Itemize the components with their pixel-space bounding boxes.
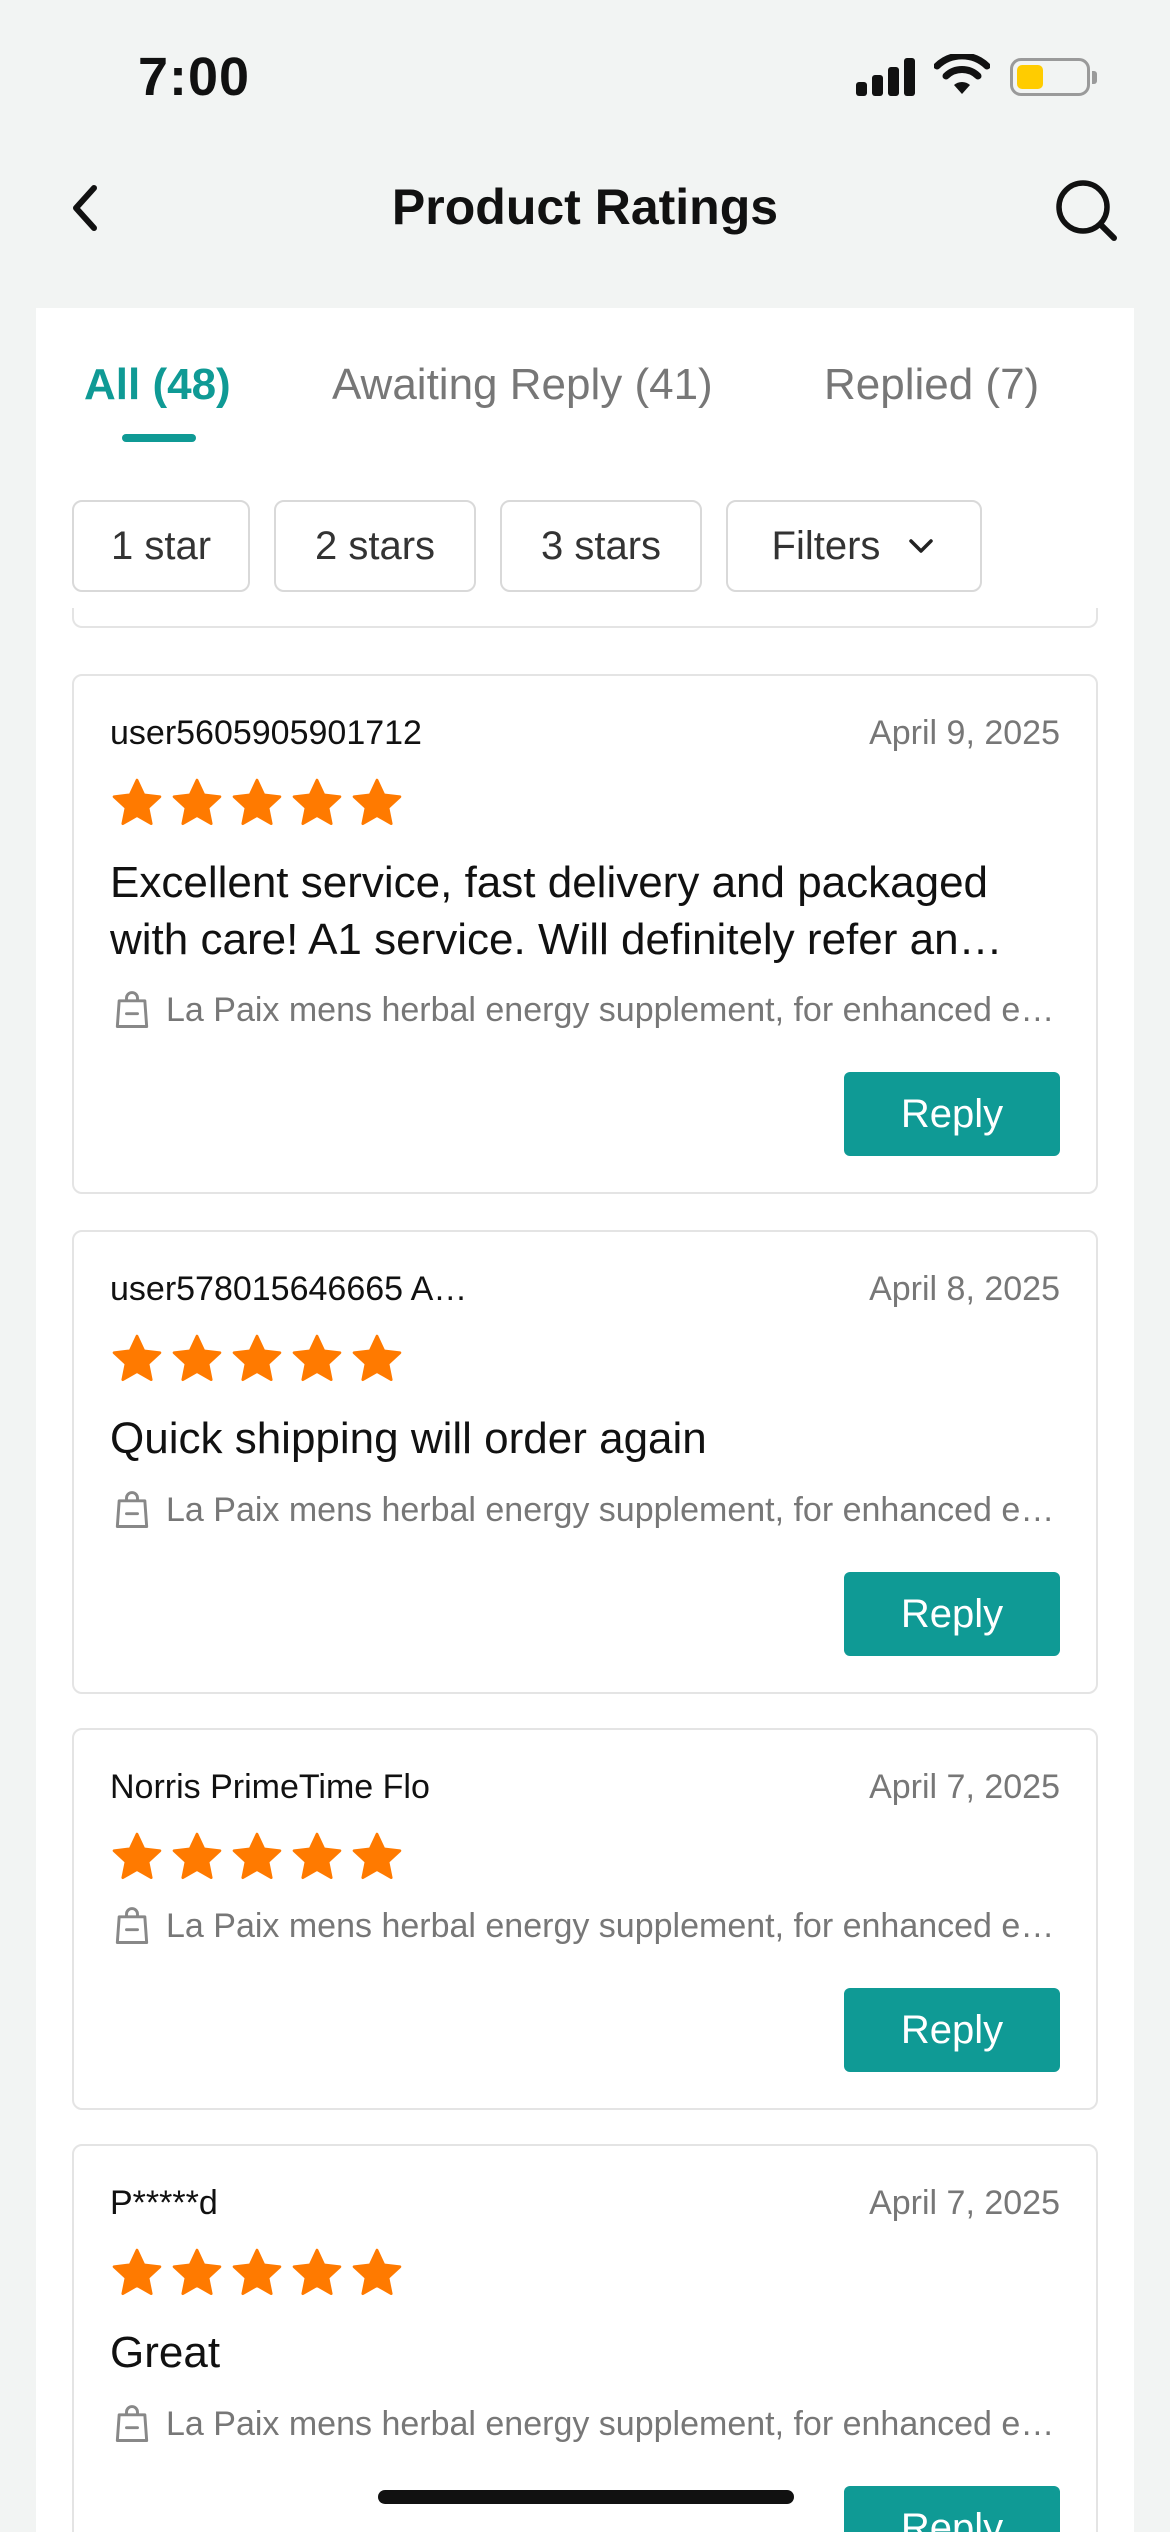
- star-rating: [110, 776, 404, 830]
- star-icon: [230, 1332, 284, 1386]
- product-link[interactable]: La Paix mens herbal energy supplement, f…: [110, 2400, 1070, 2448]
- reply-button[interactable]: Reply: [844, 2486, 1060, 2532]
- reviewer-name: P*****d: [110, 2184, 218, 2222]
- star-icon: [290, 1830, 344, 1884]
- star-icon: [290, 2246, 344, 2300]
- star-icon: [110, 776, 164, 830]
- reviewer-name: Norris PrimeTime Flo: [110, 1768, 430, 1806]
- ratings-panel: All (48) Awaiting Reply (41) Replied (7)…: [36, 308, 1134, 2532]
- star-icon: [230, 2246, 284, 2300]
- star-icon: [290, 776, 344, 830]
- chip-2-stars[interactable]: 2 stars: [274, 500, 476, 592]
- product-link[interactable]: La Paix mens herbal energy supplement, f…: [110, 1486, 1070, 1534]
- review-date: April 7, 2025: [869, 1768, 1060, 1806]
- star-icon: [170, 2246, 224, 2300]
- wifi-icon: [934, 54, 990, 94]
- star-icon: [350, 2246, 404, 2300]
- review-card: P*****d April 7, 2025 Great La Paix mens…: [72, 2144, 1098, 2532]
- star-icon: [170, 1332, 224, 1386]
- reply-button[interactable]: Reply: [844, 1572, 1060, 1656]
- star-icon: [110, 2246, 164, 2300]
- review-date: April 9, 2025: [869, 714, 1060, 752]
- home-indicator[interactable]: [378, 2490, 794, 2504]
- review-comment: Excellent service, fast delivery and pac…: [110, 858, 1003, 964]
- chip-label: 2 stars: [314, 523, 436, 568]
- star-icon: [350, 776, 404, 830]
- reply-button[interactable]: Reply: [844, 1988, 1060, 2072]
- star-icon: [170, 1830, 224, 1884]
- review-date: April 7, 2025: [869, 2184, 1060, 2222]
- filter-chips: 1 star 2 stars 3 stars Filters: [36, 500, 1134, 592]
- product-name: La Paix mens herbal energy supplement, f…: [166, 1490, 1070, 1529]
- chip-1-star[interactable]: 1 star: [72, 500, 250, 592]
- tab-replied[interactable]: Replied (7): [824, 360, 1039, 410]
- reviewer-name: user578015646665 A…: [110, 1270, 468, 1308]
- tab-awaiting-reply[interactable]: Awaiting Reply (41): [332, 360, 713, 410]
- previous-card-edge: [72, 608, 1098, 628]
- chevron-down-icon: [909, 539, 934, 553]
- star-icon: [350, 1830, 404, 1884]
- active-tab-indicator: [122, 434, 196, 442]
- shopping-bag-icon: [110, 1904, 154, 1948]
- star-rating: [110, 1332, 404, 1386]
- star-icon: [110, 1830, 164, 1884]
- review-card: Norris PrimeTime Flo April 7, 2025 La Pa…: [72, 1728, 1098, 2110]
- cellular-signal-icon: [856, 58, 916, 96]
- star-icon: [230, 1830, 284, 1884]
- product-name: La Paix mens herbal energy supplement, f…: [166, 2404, 1070, 2443]
- status-time: 7:00: [138, 47, 251, 107]
- navigation-bar: Product Ratings: [0, 150, 1170, 310]
- reviewer-name: user5605905901712: [110, 714, 422, 752]
- tab-bar: All (48) Awaiting Reply (41) Replied (7): [36, 308, 1134, 458]
- shopping-bag-icon: [110, 988, 154, 1032]
- chip-label: 3 stars: [540, 523, 662, 568]
- product-name: La Paix mens herbal energy supplement, f…: [166, 990, 1070, 1029]
- review-comment: Great: [110, 2328, 221, 2377]
- page-title: Product Ratings: [391, 179, 779, 235]
- battery-icon: [1010, 58, 1097, 96]
- star-icon: [170, 776, 224, 830]
- star-icon: [230, 776, 284, 830]
- product-ratings-screen: 7:00 Product Ratings All (48) Awaiting R…: [0, 0, 1170, 2532]
- review-comment: Quick shipping will order again: [110, 1414, 707, 1463]
- product-link[interactable]: La Paix mens herbal energy supplement, f…: [110, 1902, 1070, 1950]
- shopping-bag-icon: [110, 1488, 154, 1532]
- star-icon: [350, 1332, 404, 1386]
- review-card: user578015646665 A… April 8, 2025 Quick …: [72, 1230, 1098, 1694]
- filters-label: Filters: [771, 523, 881, 568]
- search-icon[interactable]: [1050, 174, 1122, 246]
- product-name: La Paix mens herbal energy supplement, f…: [166, 1906, 1070, 1945]
- star-icon: [290, 1332, 344, 1386]
- chip-label: 1 star: [110, 523, 212, 568]
- status-bar: 7:00: [0, 0, 1170, 150]
- star-rating: [110, 2246, 404, 2300]
- product-link[interactable]: La Paix mens herbal energy supplement, f…: [110, 986, 1070, 1034]
- shopping-bag-icon: [110, 2402, 154, 2446]
- star-icon: [110, 1332, 164, 1386]
- review-card: user5605905901712 April 9, 2025 Excellen…: [72, 674, 1098, 1194]
- filters-dropdown[interactable]: Filters: [726, 500, 982, 592]
- star-rating: [110, 1830, 404, 1884]
- reply-button[interactable]: Reply: [844, 1072, 1060, 1156]
- review-date: April 8, 2025: [869, 1270, 1060, 1308]
- chip-3-stars[interactable]: 3 stars: [500, 500, 702, 592]
- tab-all[interactable]: All (48): [84, 360, 231, 410]
